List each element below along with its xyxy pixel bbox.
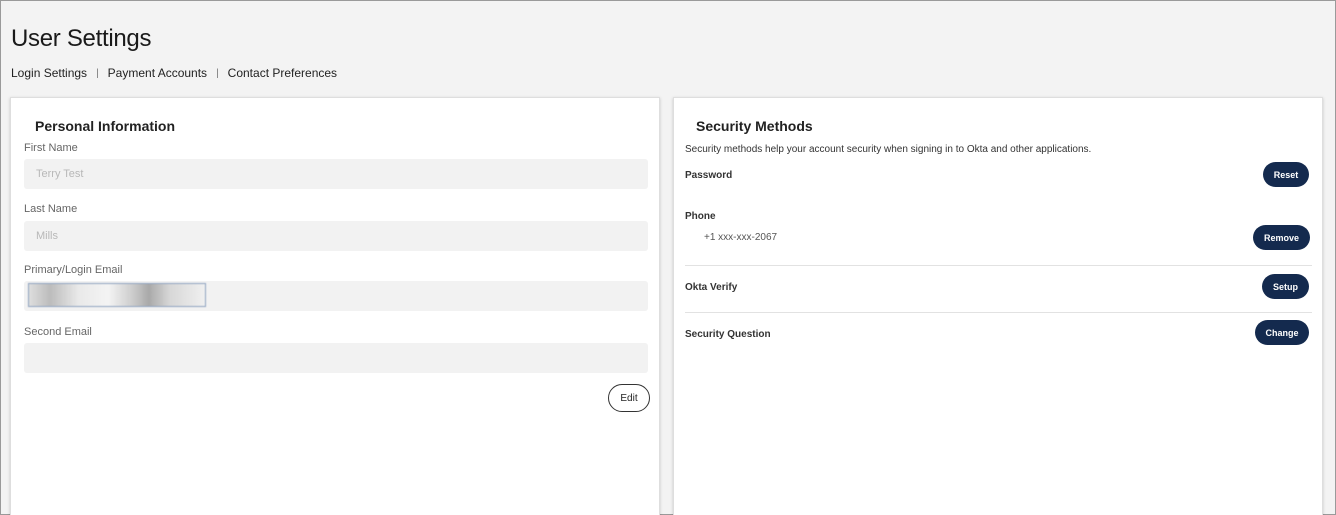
first-name-value: Terry Test: [36, 168, 84, 180]
subnav-separator: |: [96, 67, 99, 79]
app-frame: User Settings Login Settings | Payment A…: [0, 0, 1336, 515]
security-question-label: Security Question: [685, 329, 771, 340]
okta-verify-label: Okta Verify: [685, 282, 738, 293]
subnav-contact-preferences[interactable]: Contact Preferences: [228, 66, 337, 80]
method-divider: [685, 312, 1312, 313]
personal-information-title: Personal Information: [35, 118, 176, 134]
remove-phone-button[interactable]: Remove: [1253, 225, 1310, 250]
settings-subnav: Login Settings | Payment Accounts | Cont…: [11, 66, 337, 80]
subnav-separator: |: [216, 67, 219, 79]
first-name-label: First Name: [24, 142, 78, 154]
phone-label: Phone: [685, 211, 716, 222]
subnav-payment-accounts[interactable]: Payment Accounts: [108, 66, 207, 80]
method-divider: [685, 265, 1312, 266]
first-name-field[interactable]: Terry Test: [24, 159, 648, 189]
last-name-value: Mills: [36, 230, 58, 242]
last-name-field[interactable]: Mills: [24, 221, 648, 251]
security-methods-card: Security Methods Security methods help y…: [673, 97, 1323, 515]
redacted-email-image: [28, 283, 206, 307]
page-title: User Settings: [11, 25, 152, 52]
setup-okta-verify-button[interactable]: Setup: [1262, 274, 1309, 299]
primary-email-label: Primary/Login Email: [24, 264, 123, 276]
change-security-question-button[interactable]: Change: [1255, 320, 1309, 345]
password-label: Password: [685, 170, 733, 181]
edit-button[interactable]: Edit: [608, 384, 650, 412]
primary-email-field[interactable]: [24, 281, 648, 311]
security-methods-description: Security methods help your account secur…: [685, 144, 1092, 155]
reset-password-button[interactable]: Reset: [1263, 162, 1309, 187]
subnav-login-settings[interactable]: Login Settings: [11, 66, 87, 80]
second-email-field[interactable]: [24, 343, 648, 373]
security-methods-title: Security Methods: [696, 118, 813, 134]
last-name-label: Last Name: [24, 203, 78, 215]
second-email-label: Second Email: [24, 326, 92, 338]
phone-number: +1 xxx-xxx-2067: [704, 232, 778, 243]
personal-information-card: Personal Information First Name Terry Te…: [10, 97, 660, 515]
